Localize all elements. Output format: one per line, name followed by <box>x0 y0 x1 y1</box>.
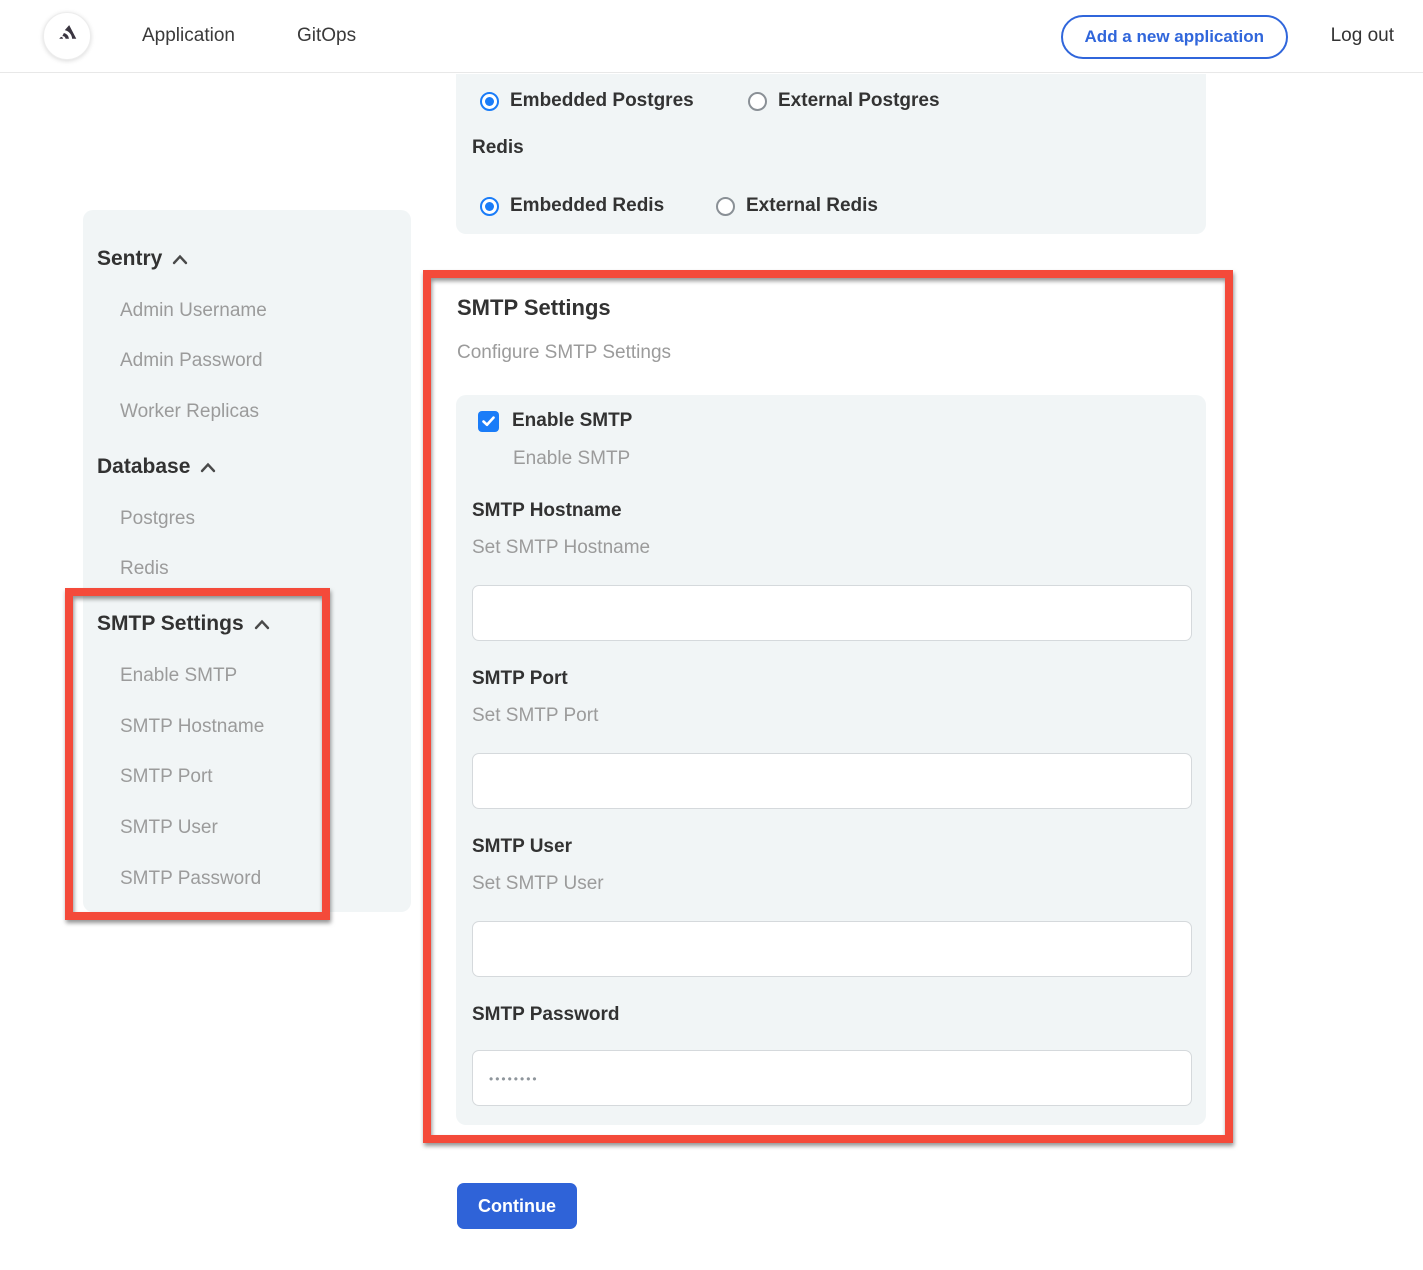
redis-group-heading: Redis <box>472 137 524 159</box>
sidebar-section-smtp-settings[interactable]: SMTP Settings <box>97 612 270 636</box>
radio-label: Embedded Redis <box>510 195 664 217</box>
admin-console-page: Application GitOps Add a new application… <box>0 0 1423 1270</box>
chevron-up-icon <box>172 247 188 271</box>
add-new-application-button[interactable]: Add a new application <box>1061 15 1288 59</box>
sentry-logo-icon <box>54 20 81 52</box>
smtp-hostname-label: SMTP Hostname <box>472 500 622 522</box>
sidebar-section-title: Database <box>97 455 190 479</box>
postgres-radio-group: Embedded Postgres External Postgres <box>480 87 940 115</box>
radio-external-redis[interactable]: External Redis <box>716 195 878 217</box>
database-config-panel: Embedded Postgres External Postgres Redi… <box>456 74 1206 234</box>
sidebar-section-sentry[interactable]: Sentry <box>97 247 188 271</box>
radio-selected-icon <box>480 92 499 111</box>
nav-item-application[interactable]: Application <box>142 0 235 72</box>
continue-button[interactable]: Continue <box>457 1183 577 1229</box>
chevron-up-icon <box>200 455 216 479</box>
smtp-user-input[interactable] <box>472 921 1192 977</box>
top-nav-bar: Application GitOps Add a new application… <box>0 0 1423 73</box>
radio-unselected-icon <box>716 197 735 216</box>
nav-item-gitops[interactable]: GitOps <box>297 0 356 72</box>
sidebar-item-postgres[interactable]: Postgres <box>120 508 195 530</box>
smtp-settings-title: SMTP Settings <box>457 295 611 321</box>
smtp-user-label: SMTP User <box>472 836 572 858</box>
enable-smtp-label: Enable SMTP <box>512 410 632 432</box>
smtp-settings-subtitle: Configure SMTP Settings <box>457 342 671 364</box>
sidebar-item-smtp-user[interactable]: SMTP User <box>120 817 218 839</box>
redis-radio-group: Embedded Redis External Redis <box>480 192 878 220</box>
sidebar-item-worker-replicas[interactable]: Worker Replicas <box>120 401 259 423</box>
radio-embedded-redis[interactable]: Embedded Redis <box>480 195 716 217</box>
logout-link[interactable]: Log out <box>1331 0 1394 72</box>
sidebar-section-title: SMTP Settings <box>97 612 244 636</box>
radio-label: External Postgres <box>778 90 940 112</box>
sidebar-item-admin-password[interactable]: Admin Password <box>120 350 263 372</box>
sidebar-item-smtp-password[interactable]: SMTP Password <box>120 868 261 890</box>
radio-external-postgres[interactable]: External Postgres <box>748 90 940 112</box>
radio-embedded-postgres[interactable]: Embedded Postgres <box>480 90 748 112</box>
sidebar-section-database[interactable]: Database <box>97 455 216 479</box>
smtp-settings-panel: Enable SMTP Enable SMTP SMTP Hostname Se… <box>456 395 1206 1125</box>
radio-selected-icon <box>480 197 499 216</box>
sidebar-item-smtp-port[interactable]: SMTP Port <box>120 766 213 788</box>
smtp-port-label: SMTP Port <box>472 668 568 690</box>
smtp-password-input[interactable] <box>472 1050 1192 1106</box>
checkbox-checked-icon <box>478 411 499 432</box>
smtp-port-helper: Set SMTP Port <box>472 705 598 727</box>
config-nav-sidebar: Sentry Admin Username Admin Password Wor… <box>83 210 411 912</box>
smtp-port-input[interactable] <box>472 753 1192 809</box>
sidebar-item-admin-username[interactable]: Admin Username <box>120 300 267 322</box>
smtp-hostname-input[interactable] <box>472 585 1192 641</box>
sidebar-section-title: Sentry <box>97 247 162 271</box>
sidebar-item-redis[interactable]: Redis <box>120 558 169 580</box>
smtp-password-label: SMTP Password <box>472 1004 619 1026</box>
smtp-user-helper: Set SMTP User <box>472 873 604 895</box>
app-logo[interactable] <box>43 12 91 60</box>
sidebar-item-enable-smtp[interactable]: Enable SMTP <box>120 665 237 687</box>
enable-smtp-helper: Enable SMTP <box>513 448 630 470</box>
chevron-up-icon <box>254 612 270 636</box>
sidebar-item-smtp-hostname[interactable]: SMTP Hostname <box>120 716 264 738</box>
smtp-hostname-helper: Set SMTP Hostname <box>472 537 650 559</box>
radio-label: Embedded Postgres <box>510 90 694 112</box>
radio-unselected-icon <box>748 92 767 111</box>
radio-label: External Redis <box>746 195 878 217</box>
enable-smtp-checkbox[interactable]: Enable SMTP <box>478 410 632 432</box>
